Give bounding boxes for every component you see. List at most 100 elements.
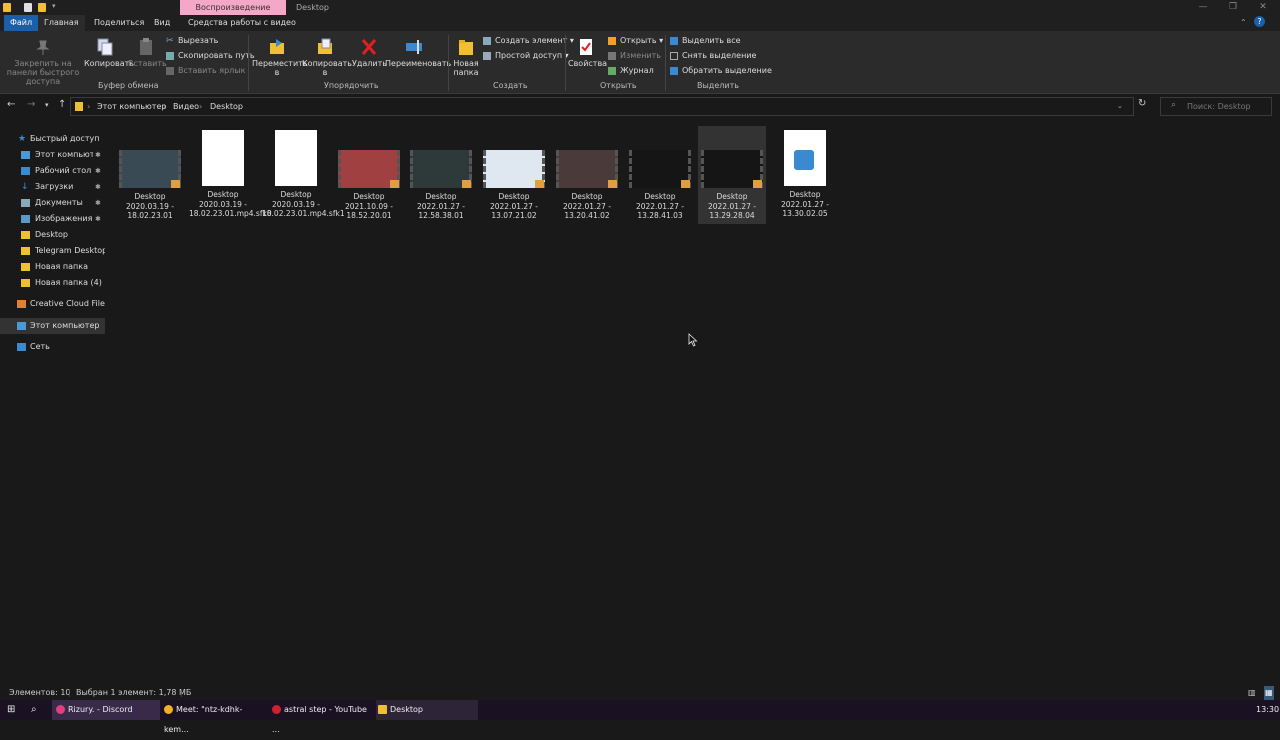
pin-icon[interactable]: ✱ xyxy=(95,163,101,179)
taskbar-item-opera-youtube[interactable]: astral step - YouTube ... xyxy=(270,700,372,734)
clock[interactable]: 13:30 xyxy=(1256,700,1279,720)
tab-home[interactable]: Главная xyxy=(38,15,85,31)
file-item[interactable]: Desktop 2022.01.27 - 13.07.21.02 xyxy=(480,126,548,221)
copy-path-button[interactable]: Скопировать путь xyxy=(166,50,255,62)
tab-view[interactable]: Вид xyxy=(148,15,176,31)
delete-icon xyxy=(360,37,378,57)
select-all-button[interactable]: Выделить все xyxy=(670,35,741,47)
file-item[interactable]: Desktop 2020.03.19 - 18.02.23.01.mp4.sfk… xyxy=(189,126,272,219)
copy-button[interactable]: Копировать xyxy=(84,37,134,68)
paste-shortcut-button[interactable]: Вставить ярлык xyxy=(166,65,245,77)
file-item[interactable]: Desktop 2020.03.19 - 18.02.23.01 xyxy=(116,126,184,221)
sidebar-item-pictures[interactable]: Изображения ✱ xyxy=(0,211,105,227)
taskbar-item-discord[interactable]: Rizury. - Discord xyxy=(52,700,160,720)
items-count: Элементов: 10 xyxy=(9,688,71,697)
pictures-icon xyxy=(21,215,30,223)
breadcrumb-separator-icon[interactable]: › xyxy=(87,98,90,115)
new-item-icon xyxy=(483,37,491,45)
file-item[interactable]: Desktop 2022.01.27 - 13.28.41.03 xyxy=(626,126,694,221)
file-item[interactable]: Desktop 2022.01.27 - 12.58.38.01 xyxy=(407,126,475,221)
help-icon[interactable]: ? xyxy=(1254,16,1265,27)
sidebar-item-new-folder-4[interactable]: Новая папка (4) xyxy=(0,275,105,291)
pin-icon[interactable]: ✱ xyxy=(95,195,101,211)
pin-icon[interactable]: ✱ xyxy=(95,179,101,195)
ribbon-collapse-icon[interactable]: ⌃ xyxy=(1240,18,1247,27)
sidebar-item-this-pc[interactable]: Этот компьютер xyxy=(0,318,105,334)
breadcrumb-separator-icon[interactable]: › xyxy=(163,98,166,115)
sidebar-item-telegram-desktop[interactable]: Telegram Desktop xyxy=(0,243,105,259)
large-icons-view-icon[interactable]: ▦ xyxy=(1264,686,1274,700)
details-view-icon[interactable]: ▥ xyxy=(1248,686,1256,700)
navigation-pane: ★ Быстрый доступ Этот компьютер ✱ Рабочи… xyxy=(0,118,108,684)
easy-access-label: Простой доступ xyxy=(495,51,563,60)
back-arrow-icon[interactable]: ← xyxy=(7,99,15,110)
mouse-cursor-icon xyxy=(688,333,698,347)
select-none-button[interactable]: Снять выделение xyxy=(670,50,756,62)
pin-icon[interactable]: ✱ xyxy=(95,211,101,227)
recent-locations-chevron-icon[interactable]: ▾ xyxy=(45,101,49,109)
edit-button[interactable]: Изменить xyxy=(608,50,661,62)
new-folder-quick-icon[interactable] xyxy=(38,3,46,12)
sidebar-item-label: Загрузки xyxy=(35,182,74,191)
play-badge-icon xyxy=(681,180,690,188)
tab-share[interactable]: Поделиться xyxy=(88,15,150,31)
context-tab-playback[interactable]: Воспроизведение xyxy=(180,0,286,15)
file-item[interactable]: Desktop 2022.01.27 - 13.30.02.05 xyxy=(771,126,839,219)
cut-button[interactable]: ✂ Вырезать xyxy=(166,35,218,47)
tab-file[interactable]: Файл xyxy=(4,15,39,31)
maximize-button[interactable]: ❐ xyxy=(1216,0,1250,15)
file-item-selected[interactable]: Desktop 2022.01.27 - 13.29.28.04 xyxy=(698,126,766,224)
file-item[interactable]: Desktop 2020.03.19 - 18.02.23.01.mp4.sfk… xyxy=(262,126,345,219)
address-bar[interactable]: › Этот компьютер › Видео › Desktop ⌄ xyxy=(70,97,1134,116)
copy-to-button[interactable]: Копировать в xyxy=(302,37,352,77)
breadcrumb-separator-icon[interactable]: › xyxy=(199,98,202,115)
move-to-button[interactable]: Переместить в xyxy=(252,37,308,77)
file-item[interactable]: Desktop 2021.10.09 - 18.52.20.01 xyxy=(335,126,403,221)
sidebar-item-network[interactable]: Сеть xyxy=(0,339,105,355)
address-dropdown-icon[interactable]: ⌄ xyxy=(1117,98,1123,115)
new-item-button[interactable]: Создать элемент ▾ xyxy=(483,35,574,47)
properties-quick-icon[interactable] xyxy=(24,3,32,12)
sidebar-item-this-pc-pinned[interactable]: Этот компьютер ✱ xyxy=(0,147,105,163)
invert-selection-button[interactable]: Обратить выделение xyxy=(670,65,772,77)
minimize-button[interactable]: — xyxy=(1186,0,1220,15)
video-thumbnail xyxy=(701,150,763,188)
open-button[interactable]: Открыть ▾ xyxy=(608,35,663,47)
sidebar-item-desktop[interactable]: Desktop xyxy=(0,227,105,243)
folder-icon xyxy=(3,3,11,12)
breadcrumb-videos[interactable]: Видео xyxy=(173,98,199,115)
refresh-icon[interactable]: ↻ xyxy=(1138,98,1146,109)
opera-icon xyxy=(272,705,281,714)
start-windows-icon[interactable]: ⊞ xyxy=(7,700,15,720)
delete-button[interactable]: Удалить xyxy=(352,37,387,68)
history-button[interactable]: Журнал xyxy=(608,65,654,77)
taskbar-item-chrome-meet[interactable]: Meet: "ntz-kdhk-kem... xyxy=(162,700,264,734)
sidebar-item-new-folder[interactable]: Новая папка xyxy=(0,259,105,275)
quick-access-dropdown-icon[interactable]: ▾ xyxy=(52,2,56,10)
paste-button[interactable]: Вставить xyxy=(128,37,167,68)
sidebar-item-downloads[interactable]: ↓ Загрузки ✱ xyxy=(0,179,105,195)
sidebar-item-desktop-pinned[interactable]: Рабочий стол ✱ xyxy=(0,163,105,179)
tab-video-tools[interactable]: Средства работы с видео xyxy=(182,15,302,31)
breadcrumb-desktop[interactable]: Desktop xyxy=(210,98,243,115)
pin-quick-access-button[interactable]: Закрепить на панели быстрого доступа xyxy=(4,37,82,86)
easy-access-button[interactable]: Простой доступ ▾ xyxy=(483,50,569,62)
copy-label: Копировать xyxy=(84,59,134,68)
sidebar-item-documents[interactable]: Документы ✱ xyxy=(0,195,105,211)
breadcrumb-this-pc[interactable]: Этот компьютер xyxy=(97,98,166,115)
new-folder-button[interactable]: Новая папка xyxy=(452,37,480,77)
properties-button[interactable]: Свойства xyxy=(568,37,607,68)
new-folder-label: Новая папка xyxy=(453,59,479,77)
close-button[interactable]: ✕ xyxy=(1246,0,1280,15)
search-icon[interactable]: ⌕ xyxy=(31,700,37,720)
search-input[interactable]: ⌕ Поиск: Desktop xyxy=(1160,97,1272,116)
file-item[interactable]: Desktop 2022.01.27 - 13.20.41.02 xyxy=(553,126,621,221)
up-arrow-icon[interactable]: ↑ xyxy=(58,99,66,110)
rename-button[interactable]: Переименовать xyxy=(385,37,451,68)
taskbar-item-explorer[interactable]: Desktop xyxy=(376,700,478,720)
forward-arrow-icon[interactable]: → xyxy=(27,99,35,110)
pin-icon[interactable]: ✱ xyxy=(95,147,101,163)
copy-icon xyxy=(96,37,114,57)
sidebar-item-creative-cloud[interactable]: Creative Cloud Files xyxy=(0,296,105,312)
sidebar-item-quick-access[interactable]: ★ Быстрый доступ xyxy=(0,131,105,147)
